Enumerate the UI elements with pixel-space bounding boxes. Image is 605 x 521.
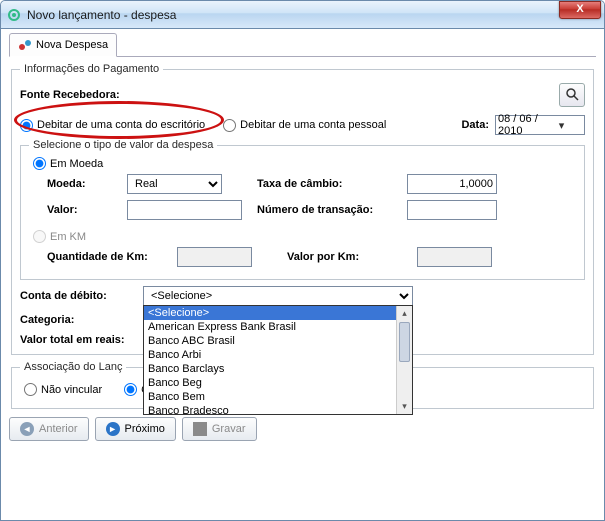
save-icon (193, 422, 207, 436)
titlebar: Novo lançamento - despesa X (1, 1, 604, 29)
date-value: 08 / 06 / 2010 (498, 113, 539, 137)
window-title: Novo lançamento - despesa (27, 8, 559, 22)
legend-associacao: Associação do Lanç (20, 361, 126, 373)
window: Novo lançamento - despesa X Nova Despesa… (0, 0, 605, 521)
radio-em-km-input (33, 230, 46, 243)
valor-input[interactable] (127, 200, 242, 220)
vkm-label: Valor por Km: (287, 251, 407, 263)
date-field[interactable]: 08 / 06 / 2010 ▾ (495, 115, 585, 135)
search-button[interactable] (559, 83, 585, 107)
tab-label: Nova Despesa (36, 39, 108, 51)
radio-conta-pessoal-input[interactable] (223, 119, 236, 132)
app-icon (7, 8, 21, 22)
radio-conta-escritorio-input[interactable] (20, 119, 33, 132)
arrow-right-icon: ► (106, 422, 120, 436)
proximo-label: Próximo (125, 423, 165, 435)
client-area: Nova Despesa Informações do Pagamento Fo… (1, 29, 604, 520)
gravar-label: Gravar (212, 423, 246, 435)
fieldset-tipo-valor: Selecione o tipo de valor da despesa Em … (20, 139, 585, 280)
scroll-thumb[interactable] (399, 322, 410, 362)
data-label: Data: (461, 119, 489, 131)
categoria-label: Categoria: (20, 314, 135, 326)
fieldset-pagamento: Informações do Pagamento Fonte Recebedor… (11, 63, 594, 355)
total-label: Valor total em reais: (20, 334, 135, 346)
anterior-label: Anterior (39, 423, 78, 435)
button-bar: ◄ Anterior ► Próximo Gravar (9, 417, 596, 441)
conta-label: Conta de débito: (20, 290, 135, 302)
qkm-input (177, 247, 252, 267)
radio-em-km-label: Em KM (50, 231, 86, 243)
ntrans-label: Número de transação: (257, 204, 397, 216)
fonte-label: Fonte Recebedora: (20, 89, 120, 101)
radio-nao-vincular-label: Não vincular (41, 384, 102, 396)
conta-option[interactable]: <Selecione> (144, 306, 412, 320)
radio-conta-pessoal[interactable]: Debitar de uma conta pessoal (223, 119, 386, 132)
gravar-button[interactable]: Gravar (182, 417, 257, 441)
radio-conta-escritorio[interactable]: Debitar de uma conta do escritório (20, 119, 205, 132)
vkm-input (417, 247, 492, 267)
scroll-up-icon[interactable]: ▴ (397, 306, 412, 321)
conta-option[interactable]: Banco ABC Brasil (144, 334, 412, 348)
conta-select[interactable]: <Selecione> (143, 286, 413, 306)
scrollbar[interactable]: ▴ ▾ (396, 306, 412, 414)
radio-nao-vincular-input[interactable] (24, 383, 37, 396)
qkm-label: Quantidade de Km: (47, 251, 167, 263)
ntrans-input[interactable] (407, 200, 497, 220)
close-button[interactable]: X (559, 1, 601, 19)
chevron-down-icon[interactable]: ▾ (541, 119, 582, 132)
tab-icon (18, 38, 32, 52)
conta-option[interactable]: Banco Arbi (144, 348, 412, 362)
conta-dropdown[interactable]: <Selecione>American Express Bank BrasilB… (143, 305, 413, 415)
taxa-label: Taxa de câmbio: (257, 178, 397, 190)
conta-option[interactable]: Banco Barclays (144, 362, 412, 376)
conta-option[interactable]: Banco Bradesco (144, 404, 412, 415)
moeda-label: Moeda: (47, 178, 117, 190)
conta-option[interactable]: Banco Beg (144, 376, 412, 390)
arrow-left-icon: ◄ (20, 422, 34, 436)
radio-conta-escritorio-label: Debitar de uma conta do escritório (37, 119, 205, 131)
scroll-down-icon[interactable]: ▾ (397, 399, 412, 414)
radio-em-moeda-label: Em Moeda (50, 158, 103, 170)
conta-combo[interactable]: <Selecione> <Selecione>American Express … (143, 286, 413, 306)
radio-conta-pessoal-label: Debitar de uma conta pessoal (240, 119, 386, 131)
legend-tipo-valor: Selecione o tipo de valor da despesa (29, 139, 217, 151)
tabstrip: Nova Despesa (9, 33, 596, 57)
radio-cliente-input[interactable] (124, 383, 137, 396)
proximo-button[interactable]: ► Próximo (95, 417, 176, 441)
radio-em-moeda-input[interactable] (33, 157, 46, 170)
moeda-select[interactable]: Real (127, 174, 222, 194)
taxa-input[interactable] (407, 174, 497, 194)
radio-em-moeda[interactable]: Em Moeda (33, 157, 576, 170)
tab-nova-despesa[interactable]: Nova Despesa (9, 33, 117, 57)
search-icon (565, 87, 579, 104)
anterior-button[interactable]: ◄ Anterior (9, 417, 89, 441)
conta-option[interactable]: Banco Bem (144, 390, 412, 404)
radio-em-km[interactable]: Em KM (33, 230, 576, 243)
valor-label: Valor: (47, 204, 117, 216)
conta-option[interactable]: American Express Bank Brasil (144, 320, 412, 334)
radio-nao-vincular[interactable]: Não vincular (24, 383, 102, 396)
legend-pagamento: Informações do Pagamento (20, 63, 163, 75)
